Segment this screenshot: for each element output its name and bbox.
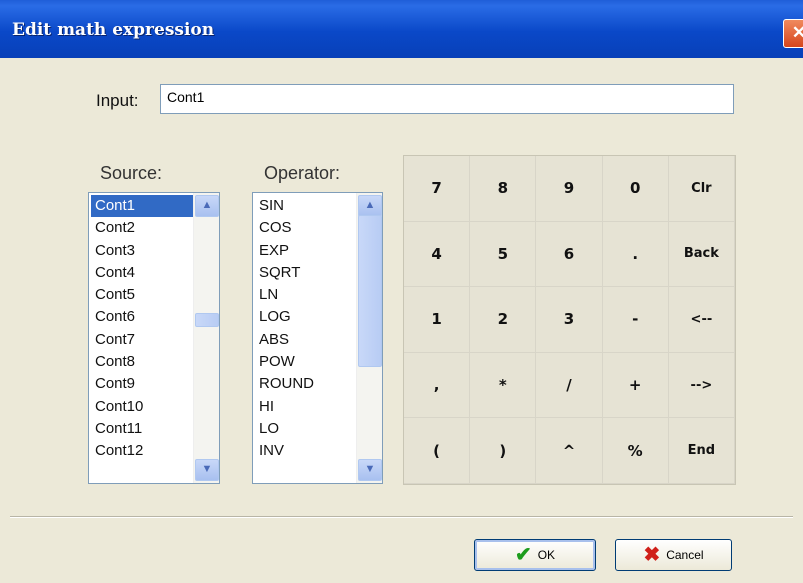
key-button[interactable]: End bbox=[668, 418, 735, 484]
key-button[interactable]: - bbox=[602, 287, 669, 353]
source-list-item[interactable]: Cont12 bbox=[91, 440, 193, 462]
key-button[interactable]: * bbox=[470, 352, 537, 419]
operator-scrollbar[interactable]: ▲ ▼ bbox=[356, 193, 382, 483]
key-button[interactable]: % bbox=[602, 418, 669, 484]
key-button[interactable]: 2 bbox=[470, 287, 537, 353]
source-list-item[interactable]: Cont8 bbox=[91, 351, 193, 373]
operator-list-item[interactable]: LO bbox=[255, 418, 356, 440]
dialog-body: Input: Cont1 Source: Operator: Cont1 Cont… bbox=[0, 58, 803, 583]
source-list-item[interactable]: Cont4 bbox=[91, 262, 193, 284]
cross-icon: ✖ bbox=[643, 544, 661, 566]
operator-list-item[interactable]: SIN bbox=[255, 195, 356, 217]
operator-list-item[interactable]: COS bbox=[255, 217, 356, 239]
operator-list-item[interactable]: SQRT bbox=[255, 262, 356, 284]
key-button[interactable]: <-- bbox=[668, 287, 735, 353]
source-scrollbar[interactable]: ▲ ▼ bbox=[193, 193, 219, 483]
scroll-thumb[interactable] bbox=[195, 313, 219, 327]
key-button[interactable]: 8 bbox=[470, 156, 537, 222]
key-button[interactable]: ^ bbox=[536, 418, 603, 484]
key-button[interactable]: 7 bbox=[404, 156, 471, 222]
key-button[interactable]: + bbox=[602, 352, 669, 419]
operator-listbox[interactable]: SIN COS EXP SQRT LN LOG ABS POW ROUND HI LO INV ▲ ▼ bbox=[252, 192, 383, 484]
check-icon: ✔ bbox=[514, 544, 532, 566]
arrow-up-icon[interactable]: ▲ bbox=[195, 195, 219, 217]
key-button[interactable]: 6 bbox=[536, 221, 603, 288]
ok-label: OK bbox=[537, 548, 556, 562]
key-button[interactable]: ) bbox=[470, 418, 537, 484]
source-list-item[interactable]: Cont11 bbox=[91, 418, 193, 440]
key-button[interactable]: ( bbox=[404, 418, 471, 484]
keypad: 7 8 9 0 Clr 4 5 6. Back 1 2 3- <--, * / + --> () ^% End bbox=[403, 155, 736, 485]
cancel-button[interactable]: ✖ Cancel bbox=[615, 539, 732, 571]
arrow-up-icon[interactable]: ▲ bbox=[358, 195, 382, 217]
key-button[interactable]: 0 bbox=[602, 156, 669, 222]
operator-list-item[interactable]: EXP bbox=[255, 240, 356, 262]
key-button[interactable]: , bbox=[404, 352, 471, 419]
key-button[interactable]: Back bbox=[668, 221, 735, 288]
key-button[interactable]: 3 bbox=[536, 287, 603, 353]
key-button[interactable]: 9 bbox=[536, 156, 603, 222]
key-button[interactable]: 5 bbox=[470, 221, 537, 288]
key-button[interactable]: / bbox=[536, 352, 603, 419]
window-title: Edit math expression bbox=[12, 20, 215, 40]
input-label: Input: bbox=[96, 91, 139, 110]
source-list-item[interactable]: Cont7 bbox=[91, 329, 193, 351]
source-list-item[interactable]: Cont1 bbox=[91, 195, 193, 218]
operator-list-item[interactable]: LOG bbox=[255, 306, 356, 328]
key-button[interactable]: Clr bbox=[668, 156, 735, 222]
operator-list-item[interactable]: HI bbox=[255, 396, 356, 418]
source-listbox[interactable]: Cont1 Cont2 Cont3 Cont4 Cont5 Cont6 Cont7 Cont8… bbox=[88, 192, 220, 484]
title-bar[interactable]: Edit math expression ✕ bbox=[0, 0, 803, 58]
arrow-down-icon[interactable]: ▼ bbox=[195, 459, 219, 481]
key-button[interactable]: 4 bbox=[404, 221, 471, 288]
source-list-item[interactable]: Cont3 bbox=[91, 240, 193, 262]
close-icon[interactable]: ✕ bbox=[783, 19, 803, 48]
operator-list-item[interactable]: LN bbox=[255, 284, 356, 306]
operator-list-item[interactable]: ROUND bbox=[255, 373, 356, 395]
ok-button[interactable]: ✔ OK bbox=[474, 539, 596, 571]
source-label: Source: bbox=[100, 163, 163, 183]
scroll-thumb[interactable] bbox=[358, 215, 382, 367]
source-list-item[interactable]: Cont10 bbox=[91, 396, 193, 418]
source-list-item[interactable]: Cont5 bbox=[91, 284, 193, 306]
operator-list-item[interactable]: POW bbox=[255, 351, 356, 373]
arrow-down-icon[interactable]: ▼ bbox=[358, 459, 382, 481]
divider bbox=[10, 516, 793, 518]
operator-list-item[interactable]: INV bbox=[255, 440, 356, 462]
key-button[interactable]: . bbox=[602, 221, 669, 288]
source-list-item[interactable]: Cont9 bbox=[91, 373, 193, 395]
operator-label: Operator: bbox=[264, 163, 341, 183]
expression-input[interactable]: Cont1 bbox=[160, 84, 734, 114]
key-button[interactable]: 1 bbox=[404, 287, 471, 353]
source-list-item[interactable]: Cont6 bbox=[91, 306, 193, 328]
source-list-item[interactable]: Cont2 bbox=[91, 217, 193, 239]
operator-list-item[interactable]: ABS bbox=[255, 329, 356, 351]
cancel-label: Cancel bbox=[666, 548, 704, 562]
key-button[interactable]: --> bbox=[668, 352, 735, 419]
